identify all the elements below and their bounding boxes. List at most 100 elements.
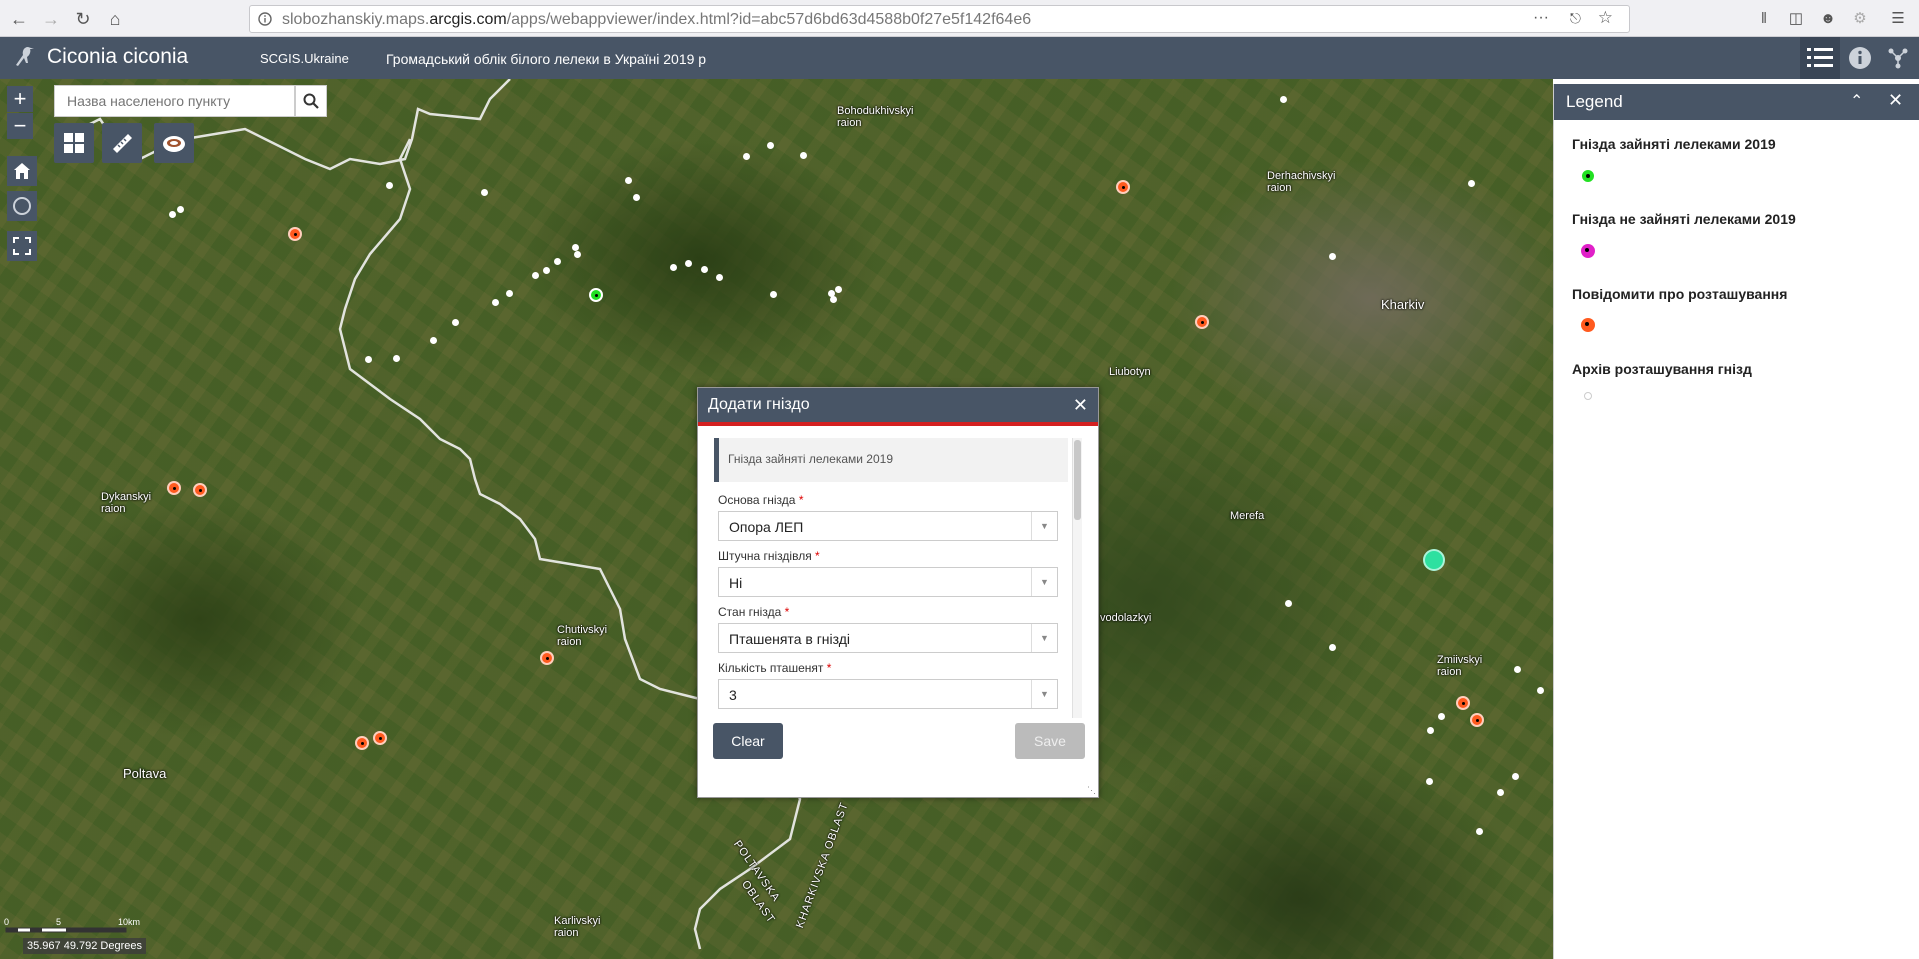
page-actions-icon[interactable]: ··· xyxy=(1533,9,1549,27)
report-nest-marker[interactable] xyxy=(193,483,207,497)
chick-count-select[interactable]: 3 ▼ xyxy=(718,679,1058,709)
archive-nest-marker[interactable] xyxy=(481,189,488,196)
archive-nest-marker[interactable] xyxy=(770,291,777,298)
fullscreen-button[interactable] xyxy=(7,231,37,261)
occupied-nest-marker[interactable] xyxy=(589,288,603,302)
archive-nest-marker[interactable] xyxy=(1427,727,1434,734)
archive-nest-marker[interactable] xyxy=(506,290,513,297)
archive-nest-marker[interactable] xyxy=(492,299,499,306)
collapse-icon[interactable]: ⌃ xyxy=(1850,91,1863,111)
archive-nest-marker[interactable] xyxy=(633,194,640,201)
clear-button[interactable]: Clear xyxy=(713,723,783,759)
archive-nest-marker[interactable] xyxy=(452,319,459,326)
archive-nest-marker[interactable] xyxy=(177,206,184,213)
archive-nest-marker[interactable] xyxy=(1497,789,1504,796)
archive-nest-marker[interactable] xyxy=(1285,600,1292,607)
search-input[interactable] xyxy=(55,86,294,116)
archive-nest-marker[interactable] xyxy=(1329,644,1336,651)
info-circle-icon xyxy=(1849,47,1871,69)
archive-nest-marker[interactable] xyxy=(1280,96,1287,103)
report-nest-marker[interactable] xyxy=(1195,315,1209,329)
scrollbar-thumb[interactable] xyxy=(1074,440,1081,520)
forward-icon[interactable]: → xyxy=(38,6,64,32)
menu-icon[interactable]: ☰ xyxy=(1888,8,1908,28)
report-nest-marker[interactable] xyxy=(288,227,302,241)
archive-nest-marker[interactable] xyxy=(572,244,579,251)
resize-handle-icon[interactable]: ⋱ xyxy=(1087,785,1096,796)
archive-nest-marker[interactable] xyxy=(716,274,723,281)
archive-nest-marker[interactable] xyxy=(1476,828,1483,835)
search-button[interactable] xyxy=(295,85,327,117)
search-box xyxy=(54,85,295,117)
select-value: Пташенята в гнізді xyxy=(729,631,851,647)
archive-nest-marker[interactable] xyxy=(670,264,677,271)
archive-nest-marker[interactable] xyxy=(830,296,837,303)
place-label: Kharkiv xyxy=(1381,297,1425,312)
nest-state-select[interactable]: Пташенята в гнізді ▼ xyxy=(718,623,1058,653)
sidebar-icon[interactable]: ◫ xyxy=(1786,8,1806,28)
field-label: Стан гнізда * xyxy=(718,605,790,619)
legend-item-label: Архів розташування гнізд xyxy=(1572,361,1752,377)
archive-nest-marker[interactable] xyxy=(1329,253,1336,260)
nest-base-select[interactable]: Опора ЛЕП ▼ xyxy=(718,511,1058,541)
back-icon[interactable]: ← xyxy=(6,6,32,32)
bookmark-star-icon[interactable]: ☆ xyxy=(1598,8,1613,28)
share-button[interactable] xyxy=(1878,37,1918,79)
archive-nest-marker[interactable] xyxy=(1438,713,1445,720)
archive-nest-marker[interactable] xyxy=(386,182,393,189)
archive-nest-marker[interactable] xyxy=(554,258,561,265)
zoom-in-button[interactable]: + xyxy=(7,86,33,112)
archive-nest-marker[interactable] xyxy=(532,272,539,279)
close-icon[interactable]: ✕ xyxy=(1073,395,1088,416)
reload-icon[interactable]: ↻ xyxy=(70,6,96,32)
archive-nest-marker[interactable] xyxy=(701,266,708,273)
close-icon[interactable]: ✕ xyxy=(1888,90,1903,111)
report-nest-marker[interactable] xyxy=(540,651,554,665)
account-icon[interactable]: ☻ xyxy=(1818,8,1838,28)
archive-nest-marker[interactable] xyxy=(543,267,550,274)
info-icon[interactable] xyxy=(258,12,272,26)
archive-nest-marker[interactable] xyxy=(1537,687,1544,694)
report-nest-marker[interactable] xyxy=(167,481,181,495)
report-nest-marker[interactable] xyxy=(373,731,387,745)
extension-icon[interactable]: ⚙ xyxy=(1850,8,1870,28)
archive-nest-marker[interactable] xyxy=(365,356,372,363)
archive-nest-marker[interactable] xyxy=(1426,778,1433,785)
report-nest-marker[interactable] xyxy=(1456,696,1470,710)
archive-nest-marker[interactable] xyxy=(1468,180,1475,187)
report-nest-marker[interactable] xyxy=(1116,180,1130,194)
archive-nest-marker[interactable] xyxy=(835,286,842,293)
archive-nest-marker[interactable] xyxy=(625,177,632,184)
pocket-icon[interactable]: ⎋ xyxy=(1570,10,1581,27)
form-scrollbar[interactable] xyxy=(1072,438,1082,718)
archive-nest-marker[interactable] xyxy=(169,211,176,218)
url-bar[interactable]: slobozhanskiy.maps.arcgis.com/apps/webap… xyxy=(249,5,1630,33)
fullscreen-icon xyxy=(13,237,31,255)
archive-nest-marker[interactable] xyxy=(1512,773,1519,780)
archive-nest-marker[interactable] xyxy=(393,355,400,362)
archive-nest-marker[interactable] xyxy=(1514,666,1521,673)
home-extent-button[interactable] xyxy=(7,156,37,186)
artificial-nest-select[interactable]: Ні ▼ xyxy=(718,567,1058,597)
save-button[interactable]: Save xyxy=(1015,723,1085,759)
home-icon[interactable]: ⌂ xyxy=(102,6,128,32)
report-nest-marker[interactable] xyxy=(1470,713,1484,727)
library-icon[interactable]: ‖ xyxy=(1754,8,1774,28)
my-location-button[interactable] xyxy=(7,191,37,221)
archive-nest-marker[interactable] xyxy=(430,337,437,344)
report-nest-marker[interactable] xyxy=(355,736,369,750)
legend-toggle-button[interactable] xyxy=(1800,37,1840,79)
place-label: Liubotyn xyxy=(1109,366,1151,378)
add-nest-button[interactable] xyxy=(154,123,194,163)
zoom-out-button[interactable]: − xyxy=(7,113,33,139)
measurement-button[interactable] xyxy=(102,123,142,163)
archive-nest-marker[interactable] xyxy=(800,152,807,159)
archive-nest-marker[interactable] xyxy=(743,153,750,160)
basemap-gallery-button[interactable] xyxy=(54,123,94,163)
archive-nest-marker[interactable] xyxy=(685,260,692,267)
dialog-header: Додати гніздо ✕ xyxy=(698,388,1098,426)
archive-nest-marker[interactable] xyxy=(767,142,774,149)
archive-nest-marker[interactable] xyxy=(574,251,581,258)
selected-location-marker[interactable] xyxy=(1423,549,1445,571)
about-button[interactable] xyxy=(1840,37,1880,79)
